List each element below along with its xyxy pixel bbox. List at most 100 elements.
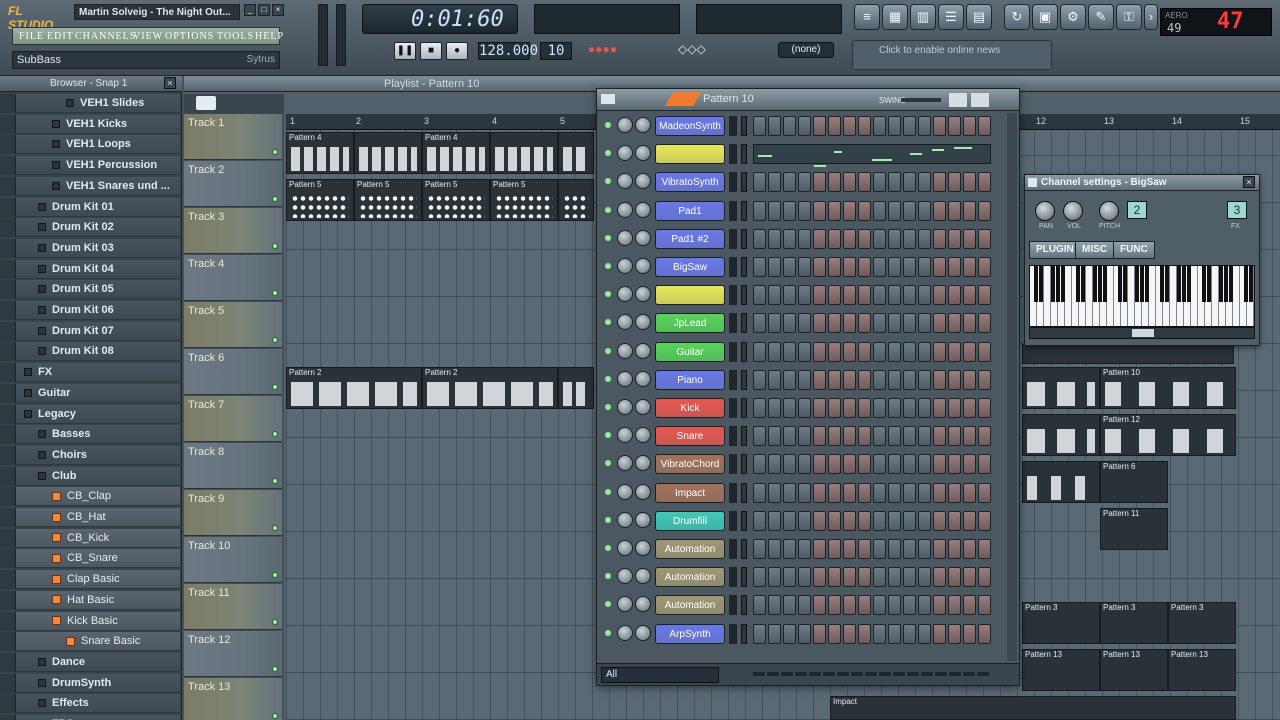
menu-options[interactable]: OPTIONS	[165, 29, 214, 44]
step-button[interactable]	[888, 454, 901, 475]
step-button[interactable]	[798, 426, 811, 447]
channel-select[interactable]	[741, 454, 747, 475]
step-button[interactable]	[873, 313, 886, 334]
browser-item[interactable]: Guitar	[0, 383, 180, 403]
step-button[interactable]	[798, 200, 811, 221]
record-mode-icon[interactable]: ●●●●	[588, 42, 617, 56]
step-button[interactable]	[948, 398, 961, 418]
browser-item[interactable]: Drum Kit 02	[0, 218, 180, 238]
step-button[interactable]	[828, 116, 841, 136]
step-button[interactable]	[768, 567, 781, 588]
playlist-clip[interactable]	[1022, 461, 1100, 503]
step-button[interactable]	[873, 426, 886, 447]
piano-roll-icon[interactable]: ▥	[910, 4, 936, 30]
step-button[interactable]	[873, 369, 886, 390]
step-button[interactable]	[858, 454, 871, 475]
browser-item[interactable]: Drum Kit 04	[0, 259, 180, 279]
step-button[interactable]	[768, 426, 781, 447]
browser-close-icon[interactable]: ×	[164, 77, 176, 89]
step-button[interactable]	[783, 510, 796, 531]
step-button[interactable]	[813, 567, 826, 588]
track-header[interactable]: Track 4	[184, 255, 282, 301]
step-button[interactable]	[753, 510, 766, 531]
plugin-icon[interactable]: ⚙	[1060, 4, 1086, 30]
step-button[interactable]	[768, 595, 781, 616]
step-button[interactable]	[888, 172, 901, 193]
playlist-clip[interactable]: Pattern 6	[1100, 461, 1168, 503]
step-button[interactable]	[918, 567, 931, 588]
step-button[interactable]	[948, 623, 961, 644]
step-button[interactable]	[918, 595, 931, 616]
step-button[interactable]	[813, 539, 826, 559]
channel-volume-knob[interactable]	[635, 455, 651, 472]
pan-knob[interactable]	[1035, 201, 1055, 221]
channel-mute-led[interactable]	[605, 347, 611, 354]
play-pattern-icon[interactable]	[196, 96, 216, 110]
channel-volume-knob[interactable]	[635, 229, 651, 246]
playlist-clip[interactable]: Pattern 13	[1168, 649, 1236, 691]
tempo-display[interactable]: 128.000	[478, 42, 538, 60]
step-button[interactable]	[873, 567, 886, 588]
channel-select[interactable]	[741, 369, 747, 390]
step-button[interactable]	[978, 426, 991, 447]
step-button[interactable]	[933, 285, 946, 306]
channel-select[interactable]	[741, 341, 747, 362]
step-button[interactable]	[948, 454, 961, 475]
channel-mute-led[interactable]	[605, 122, 611, 128]
channel-pan-knob[interactable]	[617, 201, 633, 218]
tab-func[interactable]: FUNC	[1113, 241, 1155, 259]
step-button[interactable]	[828, 200, 841, 221]
step-button[interactable]	[888, 200, 901, 221]
volume-knob[interactable]	[1063, 201, 1083, 221]
track-header[interactable]: Track 1	[184, 114, 282, 160]
step-button[interactable]	[888, 257, 901, 277]
step-button[interactable]	[843, 313, 856, 334]
channel-select[interactable]	[741, 426, 747, 447]
step-button[interactable]	[768, 116, 781, 136]
step-button[interactable]	[918, 341, 931, 362]
step-button[interactable]	[873, 398, 886, 418]
step-button[interactable]	[828, 172, 841, 193]
step-button[interactable]	[963, 567, 976, 588]
browser-icon[interactable]: ☰	[938, 4, 964, 30]
keyboard-scroll-thumb[interactable]	[1132, 329, 1154, 337]
step-button[interactable]	[858, 172, 871, 193]
swing-slider[interactable]	[901, 98, 941, 102]
channel-select[interactable]	[741, 228, 747, 249]
step-button[interactable]	[858, 200, 871, 221]
channel-select[interactable]	[741, 595, 747, 616]
playlist-clip[interactable]	[558, 132, 594, 174]
step-button[interactable]	[978, 257, 991, 277]
track-header[interactable]: Track 9	[184, 490, 282, 536]
step-button[interactable]	[978, 398, 991, 418]
menu-view[interactable]: VIEW	[133, 29, 163, 44]
step-button[interactable]	[753, 285, 766, 306]
channel-select[interactable]	[741, 623, 747, 644]
step-button[interactable]	[873, 285, 886, 306]
step-button[interactable]	[963, 595, 976, 616]
browser-item[interactable]: Snare Basic	[0, 632, 180, 652]
channel-mute-led[interactable]	[605, 234, 611, 241]
playlist-clip[interactable]	[490, 132, 558, 174]
step-button[interactable]	[813, 595, 826, 616]
channel-button[interactable]: VibratoChord	[655, 454, 725, 475]
step-button[interactable]	[888, 285, 901, 306]
step-button[interactable]	[858, 116, 871, 136]
step-button[interactable]	[813, 398, 826, 418]
step-button[interactable]	[918, 200, 931, 221]
playlist-clip[interactable]	[1022, 414, 1100, 456]
step-button[interactable]	[753, 623, 766, 644]
step-button[interactable]	[828, 567, 841, 588]
browser-item[interactable]: CB_Hat	[0, 508, 180, 527]
step-button[interactable]	[783, 200, 796, 221]
channel-mute-led[interactable]	[605, 319, 611, 326]
pitch-knob[interactable]	[1099, 201, 1119, 221]
browser-item[interactable]: Choirs	[0, 445, 180, 465]
step-button[interactable]	[768, 341, 781, 362]
step-button[interactable]	[888, 313, 901, 334]
step-button[interactable]	[768, 482, 781, 503]
step-button[interactable]	[828, 285, 841, 306]
step-button[interactable]	[933, 426, 946, 447]
channel-pan-knob[interactable]	[617, 455, 633, 472]
channel-mute-led[interactable]	[605, 460, 611, 467]
